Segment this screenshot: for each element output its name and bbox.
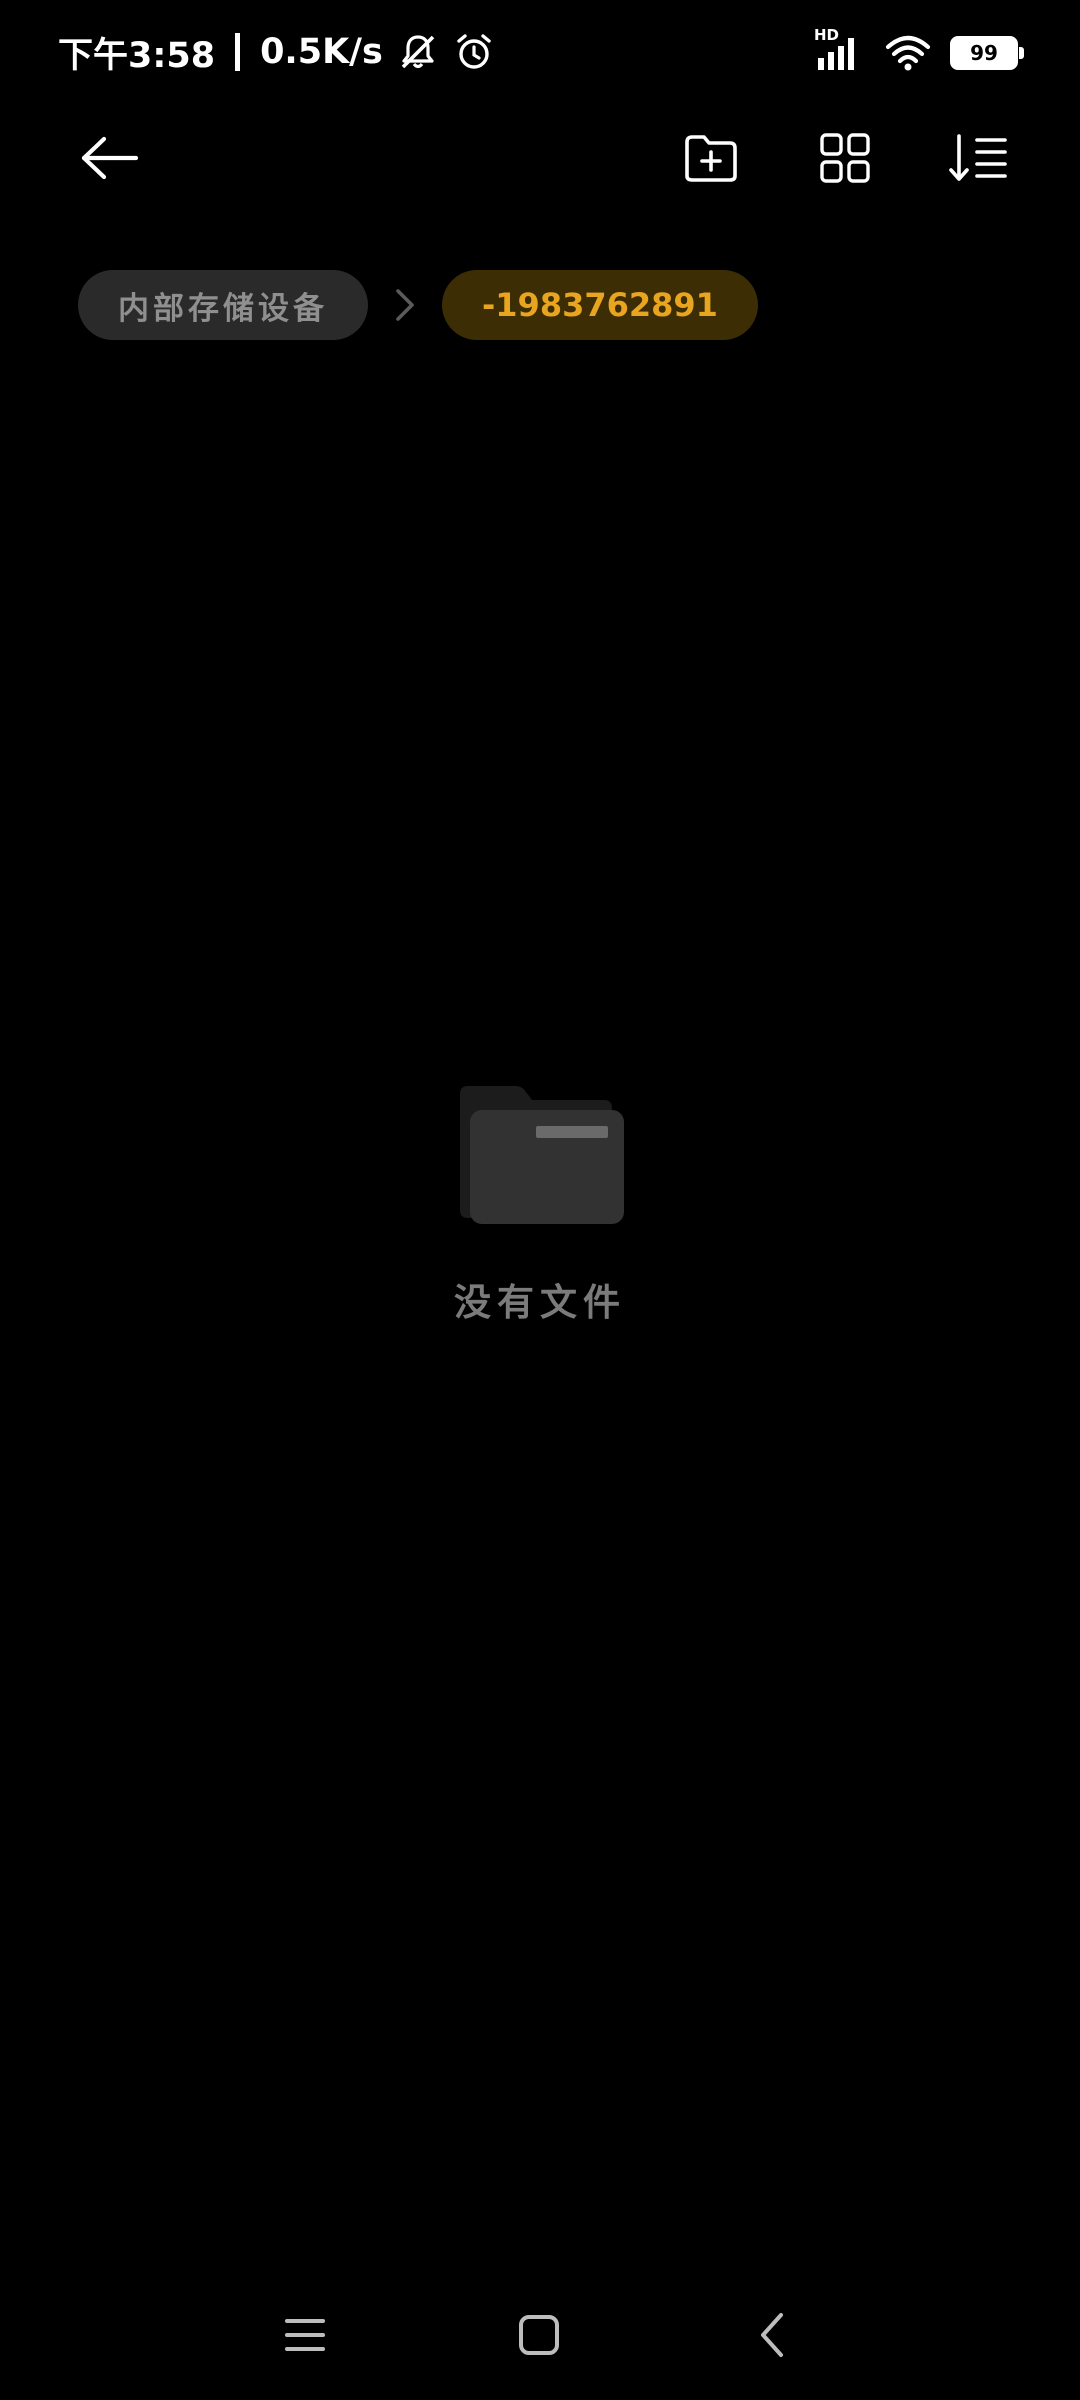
hd-signal-icon: HD xyxy=(814,26,866,76)
empty-message: 没有文件 xyxy=(454,1281,626,1324)
toolbar xyxy=(0,112,1080,204)
sort-icon xyxy=(949,132,1009,184)
new-folder-button[interactable] xyxy=(665,112,757,204)
alarm-icon xyxy=(453,31,495,73)
nav-back-icon xyxy=(757,2311,789,2359)
battery-cap xyxy=(1019,47,1024,59)
status-left: 下午3:58 0.5K/s xyxy=(58,26,495,78)
grid-view-icon xyxy=(819,132,871,184)
empty-folder-icon xyxy=(456,1080,624,1230)
status-divider xyxy=(235,33,241,71)
recent-apps-button[interactable] xyxy=(260,2290,350,2380)
new-folder-icon xyxy=(683,132,739,184)
mute-bell-icon xyxy=(397,31,439,73)
system-navbar xyxy=(0,2290,1080,2380)
battery-level: 99 xyxy=(970,41,998,65)
sort-button[interactable] xyxy=(933,112,1025,204)
battery-icon: 99 xyxy=(950,36,1024,70)
back-arrow-icon xyxy=(78,134,142,182)
system-back-button[interactable] xyxy=(728,2290,818,2380)
status-bar: 下午3:58 0.5K/s HD 99 xyxy=(0,0,1080,104)
nav-home-icon xyxy=(517,2313,561,2357)
grid-view-button[interactable] xyxy=(799,112,891,204)
home-button[interactable] xyxy=(494,2290,584,2380)
back-button[interactable] xyxy=(64,112,156,204)
network-speed: 0.5K/s xyxy=(260,32,383,72)
breadcrumb-root[interactable]: 内部存储设备 xyxy=(78,270,368,340)
chevron-right-icon xyxy=(390,285,420,325)
breadcrumb: 内部存储设备 -1983762891 xyxy=(78,270,758,340)
empty-state: 没有文件 xyxy=(0,1080,1080,1326)
status-right: HD 99 xyxy=(814,26,1024,76)
wifi-icon xyxy=(884,33,932,73)
status-time: 下午3:58 xyxy=(58,35,216,76)
nav-menu-icon xyxy=(283,2315,327,2355)
breadcrumb-current[interactable]: -1983762891 xyxy=(442,270,758,340)
